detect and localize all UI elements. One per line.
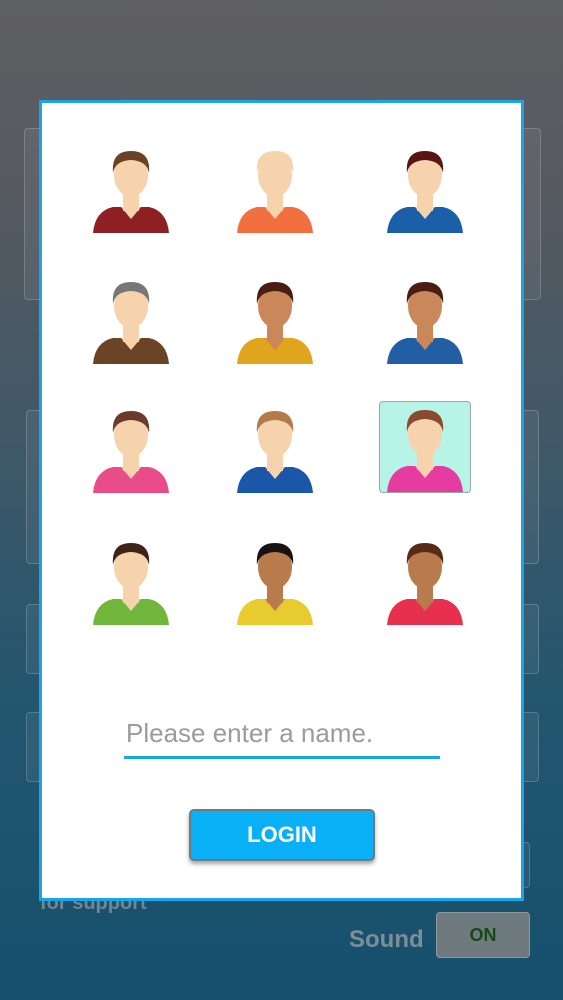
person-avatar-icon [93, 411, 169, 493]
person-avatar-icon [387, 543, 463, 625]
person-avatar-icon [93, 282, 169, 364]
avatar-option[interactable] [379, 533, 471, 625]
person-avatar-icon [387, 151, 463, 233]
person-avatar-icon [387, 282, 463, 364]
person-avatar-icon [93, 543, 169, 625]
avatar-option[interactable] [85, 533, 177, 625]
avatar-option[interactable] [85, 141, 177, 233]
person-avatar-icon [387, 410, 463, 492]
person-avatar-icon [237, 282, 313, 364]
person-avatar-icon [237, 411, 313, 493]
person-avatar-icon [93, 151, 169, 233]
name-input[interactable] [124, 715, 440, 759]
avatar-option[interactable] [229, 401, 321, 493]
sound-toggle[interactable]: ON [436, 912, 530, 958]
avatar-option[interactable] [229, 141, 321, 233]
avatar-option[interactable] [229, 533, 321, 625]
login-button[interactable]: LOGIN [189, 809, 375, 861]
sound-label: Sound [349, 926, 424, 953]
avatar-option[interactable] [379, 401, 471, 493]
person-avatar-icon [237, 543, 313, 625]
avatar-option[interactable] [85, 272, 177, 364]
person-avatar-icon [237, 151, 313, 233]
avatar-option[interactable] [379, 272, 471, 364]
avatar-option[interactable] [229, 272, 321, 364]
avatar-option[interactable] [85, 401, 177, 493]
avatar-login-dialog: LOGIN [39, 100, 524, 901]
avatar-option[interactable] [379, 141, 471, 233]
